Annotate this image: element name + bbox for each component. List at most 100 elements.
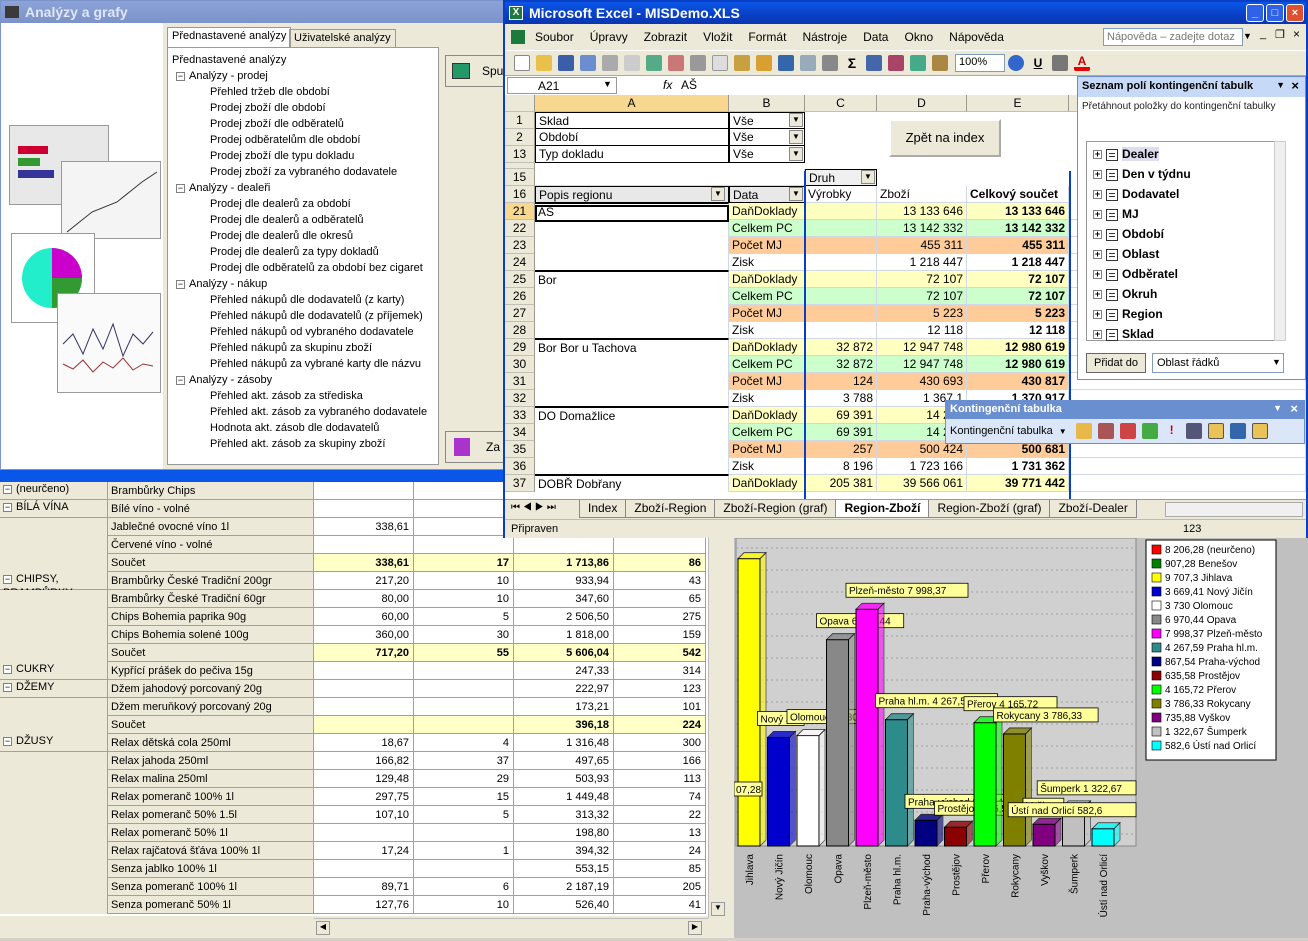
field-list-dropdown-icon[interactable]: ▼ — [1276, 80, 1285, 90]
filter-label[interactable]: Typ dokladu — [535, 146, 729, 163]
pivot-row-label[interactable] — [535, 288, 729, 305]
tree-item[interactable]: Přehled tržeb dle období — [172, 84, 434, 100]
pivot-data-label[interactable]: DaňDoklady — [729, 203, 805, 220]
sheet-tab[interactable]: Region-Zboží (graf) — [928, 500, 1051, 518]
value-cell[interactable] — [414, 662, 514, 680]
row-header[interactable]: 24 — [505, 254, 535, 271]
value-cell[interactable]: 113 — [614, 770, 706, 788]
pivot-header-dropdown-icon[interactable]: ▼ — [711, 187, 725, 201]
value-cell[interactable]: 10 — [414, 896, 514, 914]
value-cell[interactable]: 1 713,86 — [514, 554, 614, 572]
item-name-cell[interactable]: Bílé víno - volné — [108, 500, 314, 518]
pivot-row-label[interactable] — [535, 237, 729, 254]
item-name-cell[interactable]: Senza pomeranč 100% 1l — [108, 878, 314, 896]
value-cell[interactable]: 30 — [414, 626, 514, 644]
pivot-data-label[interactable]: Zisk — [729, 254, 805, 271]
row-header[interactable]: 2 — [505, 129, 535, 146]
show-fields-icon[interactable] — [1207, 423, 1224, 439]
column-header[interactable]: B — [729, 95, 805, 112]
sheet-tab[interactable]: Zboží-Region — [625, 500, 716, 518]
value-cell[interactable]: 10 — [414, 590, 514, 608]
paste-icon[interactable] — [734, 54, 750, 71]
pivot-chart-icon[interactable] — [1097, 423, 1114, 439]
value-cell[interactable]: 222,97 — [514, 680, 614, 698]
value-cell[interactable] — [314, 500, 414, 518]
value-cell[interactable]: 1 316,48 — [514, 734, 614, 752]
tree-item[interactable]: Přehled nákupů dle dodavatelů (z karty) — [172, 292, 434, 308]
value-cell[interactable] — [314, 860, 414, 878]
value-cell[interactable]: 80,00 — [314, 590, 414, 608]
value-cell[interactable]: 217,20 — [314, 572, 414, 590]
expand-icon[interactable]: + — [1093, 250, 1102, 260]
pivot-value-vyrobky[interactable]: 32 872 — [805, 339, 877, 356]
item-name-cell[interactable]: Relax jahoda 250ml — [108, 752, 314, 770]
tree-item[interactable]: Prodej dle dealerů a odběratelů — [172, 212, 434, 228]
pivot-data-label[interactable]: Celkem PC — [729, 288, 805, 305]
help-dropdown-icon[interactable]: ▼ — [1243, 31, 1252, 41]
row-header[interactable]: 36 — [505, 458, 535, 475]
item-name-cell[interactable]: Brambůrky České Tradiční 200gr — [108, 572, 314, 590]
value-cell[interactable]: 37 — [414, 752, 514, 770]
open-icon[interactable] — [536, 54, 552, 71]
scroll-down-icon[interactable]: ▼ — [711, 902, 725, 916]
pivot-value-vyrobky[interactable]: 257 — [805, 441, 877, 458]
value-cell[interactable]: 13 — [614, 824, 706, 842]
tree-root[interactable]: Přednastavené analýzy — [172, 52, 434, 68]
tree-item[interactable]: Přehled nákupů za skupinu zboží — [172, 340, 434, 356]
pivot-value-zbozi[interactable]: 1 723 166 — [877, 458, 967, 475]
pivot-data-label[interactable]: Celkem PC — [729, 220, 805, 237]
pivot-field-item[interactable]: + Region — [1087, 304, 1281, 324]
pivot-toolbar-titlebar[interactable]: Kontingenční tabulka ▼ × — [946, 401, 1304, 419]
filter-dropdown-icon[interactable]: ▼ — [789, 147, 803, 161]
tree-item[interactable]: Přehled nákupů od vybraného dodavatele — [172, 324, 434, 340]
value-cell[interactable] — [414, 860, 514, 878]
value-cell[interactable]: 542 — [614, 644, 706, 662]
tree-item[interactable]: Prodej zboží za vybraného dodavatele — [172, 164, 434, 180]
field-list-close-icon[interactable]: × — [1291, 78, 1299, 93]
value-cell[interactable]: 1 — [414, 842, 514, 860]
excel-titlebar[interactable]: X Microsoft Excel - MISDemo.XLS _ □ × — [505, 2, 1306, 24]
permission-icon[interactable] — [580, 54, 596, 71]
undo-icon[interactable] — [778, 54, 794, 71]
help-search-input[interactable]: Nápověda – zadejte dotaz — [1103, 28, 1243, 46]
value-cell[interactable]: 198,80 — [514, 824, 614, 842]
pivot-value-celkem[interactable]: 12 980 619 — [967, 339, 1069, 356]
value-cell[interactable]: 717,20 — [314, 644, 414, 662]
print-preview-icon[interactable] — [624, 54, 640, 71]
pivot-value-vyrobky[interactable]: 3 788 — [805, 390, 877, 407]
value-cell[interactable]: 503,93 — [514, 770, 614, 788]
row-header[interactable]: 23 — [505, 237, 535, 254]
chart-wizard-icon[interactable] — [910, 54, 926, 71]
collapse-icon[interactable]: − — [176, 71, 185, 81]
group-cell[interactable] — [0, 536, 108, 554]
name-box[interactable]: A21 — [507, 77, 617, 94]
pivot-row-label[interactable]: Bor Bor u Tachova — [535, 339, 729, 356]
pivot-value-celkem[interactable]: 72 107 — [967, 288, 1069, 305]
value-cell[interactable] — [314, 716, 414, 734]
pivot-field-item[interactable]: + Okruh — [1087, 284, 1281, 304]
item-name-cell[interactable]: Relax malina 250ml — [108, 770, 314, 788]
value-cell[interactable]: 5 606,04 — [514, 644, 614, 662]
value-cell[interactable]: 553,15 — [514, 860, 614, 878]
pivot-value-zbozi[interactable]: 430 693 — [877, 373, 967, 390]
pivot-value-zbozi[interactable]: 72 107 — [877, 288, 967, 305]
value-cell[interactable] — [314, 698, 414, 716]
value-cell[interactable]: 300 — [614, 734, 706, 752]
expand-icon[interactable]: + — [1093, 330, 1102, 340]
area-select[interactable]: Oblast řádků — [1152, 353, 1284, 373]
pivot-value-vyrobky[interactable] — [805, 254, 877, 271]
value-cell[interactable]: 314 — [614, 662, 706, 680]
field-list-titlebar[interactable]: Seznam polí kontingenční tabulk ▼ × — [1078, 77, 1305, 97]
expand-icon[interactable]: + — [1093, 170, 1102, 180]
value-cell[interactable]: 159 — [614, 626, 706, 644]
pivot-value-zbozi[interactable]: 13 142 332 — [877, 220, 967, 237]
blank-cell[interactable] — [535, 169, 805, 186]
group-cell[interactable] — [0, 716, 108, 734]
drawing-icon[interactable] — [932, 54, 948, 71]
help-icon[interactable] — [1008, 54, 1024, 71]
tree-item[interactable]: Prodej dle dealerů za typy dokladů — [172, 244, 434, 260]
value-cell[interactable]: 41 — [614, 896, 706, 914]
group-cell[interactable] — [0, 842, 108, 860]
sheet-tab[interactable]: Zboží-Region (graf) — [714, 500, 837, 518]
menu-item[interactable]: Data — [863, 30, 888, 44]
